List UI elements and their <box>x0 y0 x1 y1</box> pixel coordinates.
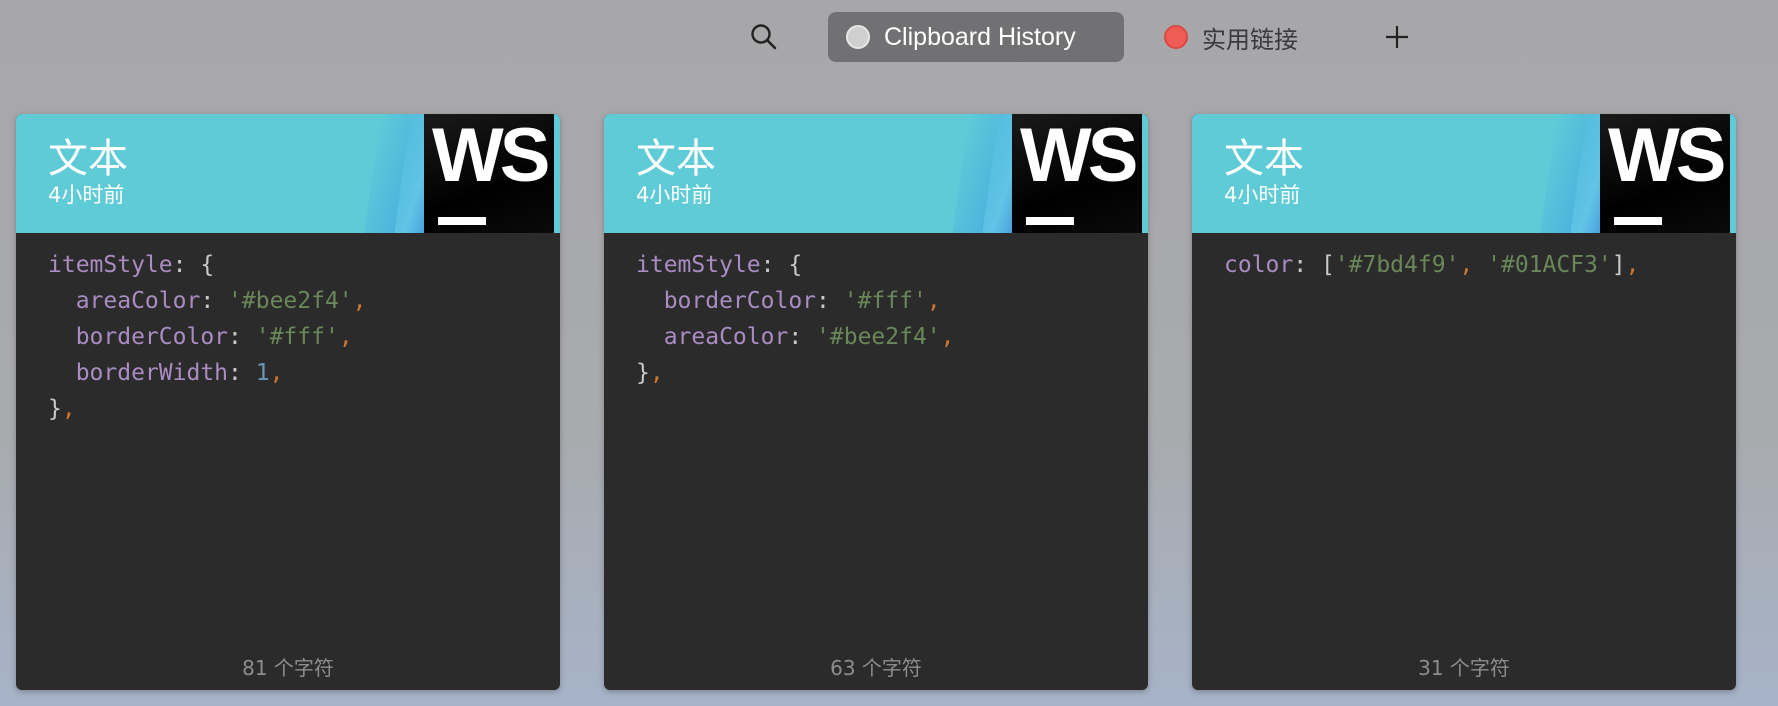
clipboard-card[interactable]: 文本 4小时前 WS color: ['#7bd4f9', '#01ACF3']… <box>1192 114 1736 690</box>
code-token: , <box>940 324 955 350</box>
card-code-preview: color: ['#7bd4f9', '#01ACF3'], <box>1224 247 1714 283</box>
card-header: 文本 4小时前 WS <box>1192 114 1736 233</box>
app-icon-text: WS <box>432 114 550 198</box>
code-token: areaColor <box>636 324 789 350</box>
webstorm-icon: WS <box>424 114 554 233</box>
code-token: '#bee2f4' <box>816 324 941 350</box>
app-icon-text: WS <box>1020 114 1138 198</box>
code-token: : { <box>172 252 215 278</box>
clipboard-card[interactable]: 文本 4小时前 WS itemStyle: { areaColor: '#bee… <box>16 114 560 690</box>
code-token: : <box>228 324 256 350</box>
code-token: , <box>1625 252 1640 278</box>
code-token: itemStyle <box>636 252 761 278</box>
card-type-title: 文本 <box>48 136 128 182</box>
plus-icon <box>1386 26 1408 48</box>
code-token: '#bee2f4' <box>228 288 353 314</box>
code-token: : <box>816 288 844 314</box>
search-button[interactable] <box>748 21 780 53</box>
code-token: } <box>636 360 650 386</box>
code-token: , <box>61 396 76 422</box>
code-token: : { <box>760 252 803 278</box>
card-code-preview: itemStyle: { areaColor: '#bee2f4', borde… <box>48 247 538 427</box>
webstorm-icon: WS <box>1600 114 1730 233</box>
card-type-title: 文本 <box>1224 136 1304 182</box>
tab-color-dot <box>1164 25 1188 49</box>
card-header: 文本 4小时前 WS <box>16 114 560 233</box>
card-char-count: 81 个字符 <box>242 656 334 680</box>
app-icon-text: WS <box>1608 114 1726 198</box>
card-timestamp: 4小时前 <box>48 183 125 207</box>
code-token: itemStyle <box>48 252 173 278</box>
app-icon-bar <box>438 217 486 225</box>
card-char-count: 31 个字符 <box>1418 656 1510 680</box>
code-token: : [ <box>1293 252 1335 278</box>
clipboard-card[interactable]: 文本 4小时前 WS itemStyle: { borderColor: '#f… <box>604 114 1148 690</box>
tab-useful-links[interactable]: 实用链接 <box>1162 12 1342 62</box>
code-token: '#01ACF3' <box>1487 252 1612 278</box>
code-token: 1 <box>255 360 270 386</box>
card-code-preview: itemStyle: { borderColor: '#fff', areaCo… <box>636 247 1126 391</box>
search-icon <box>751 24 777 50</box>
code-token: borderWidth <box>48 360 229 386</box>
tab-color-dot <box>846 25 870 49</box>
card-header: 文本 4小时前 WS <box>604 114 1148 233</box>
code-token: color <box>1224 252 1294 278</box>
code-token: borderColor <box>48 324 229 350</box>
code-token: , <box>649 360 664 386</box>
code-token: , <box>926 288 941 314</box>
toolbar: Clipboard History 实用链接 <box>0 12 1778 62</box>
card-timestamp: 4小时前 <box>636 183 713 207</box>
code-token: , <box>1459 252 1488 278</box>
code-token: '#7bd4f9' <box>1334 252 1460 278</box>
card-type-title: 文本 <box>636 136 716 182</box>
code-token: : <box>200 288 229 314</box>
code-token: ] <box>1611 252 1626 278</box>
code-token: borderColor <box>636 288 817 314</box>
tab-label: 实用链接 <box>1202 25 1298 54</box>
app-icon-bar <box>1026 217 1074 225</box>
code-token: '#fff' <box>843 288 927 314</box>
code-token: } <box>48 396 62 422</box>
add-button[interactable] <box>1380 20 1414 54</box>
code-token: : <box>228 360 256 386</box>
code-token: , <box>338 324 353 350</box>
code-token: : <box>788 324 817 350</box>
code-token: '#fff' <box>255 324 339 350</box>
card-timestamp: 4小时前 <box>1224 183 1301 207</box>
card-char-count: 63 个字符 <box>830 656 922 680</box>
app-icon-bar <box>1614 217 1662 225</box>
code-token: areaColor <box>48 288 201 314</box>
tab-clipboard-history[interactable]: Clipboard History <box>828 12 1124 62</box>
code-token: , <box>269 360 284 386</box>
code-token: , <box>352 288 367 314</box>
webstorm-icon: WS <box>1012 114 1142 233</box>
tab-label: Clipboard History <box>884 22 1076 51</box>
